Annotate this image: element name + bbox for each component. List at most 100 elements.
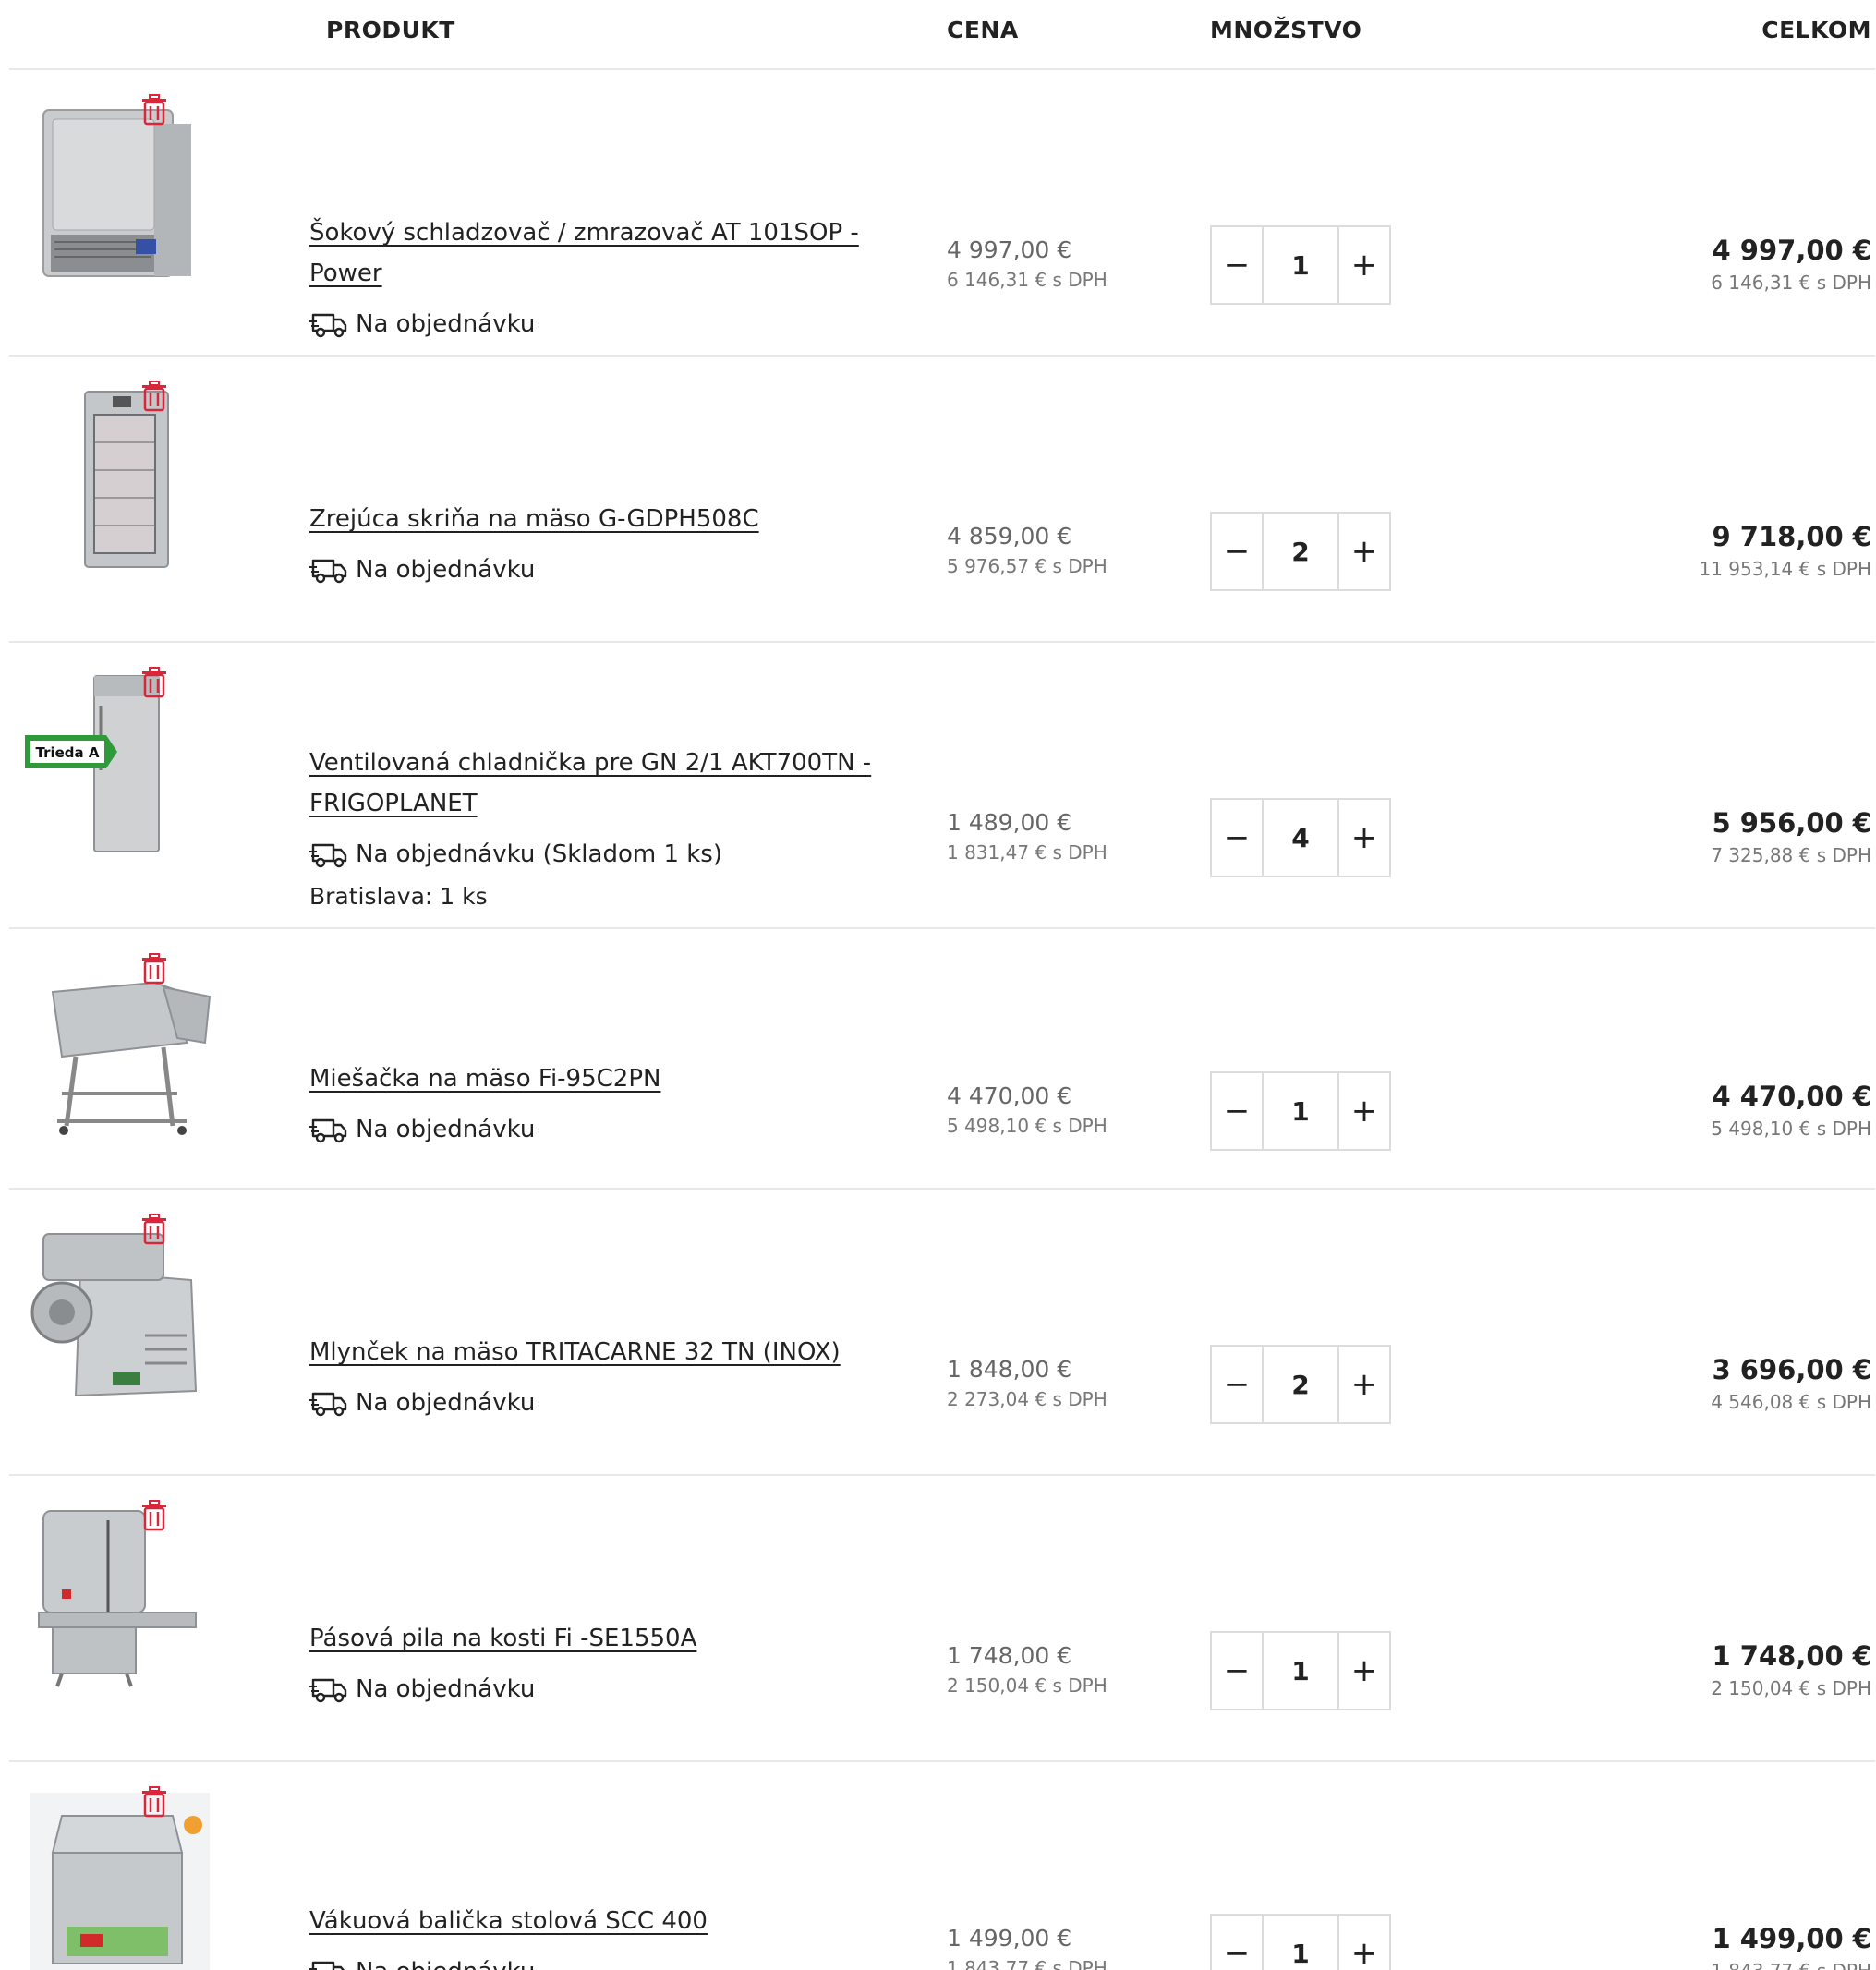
trash-icon [142,381,166,412]
delete-item-button[interactable] [140,381,168,412]
increase-quantity-button[interactable]: + [1339,1073,1389,1149]
availability: Na objednávku [309,1675,901,1703]
delete-item-button[interactable] [140,94,168,126]
vacuum-sealer-icon[interactable] [25,1788,214,1970]
delete-item-button[interactable] [140,953,168,985]
unit-price: 4 470,00 € 5 498,10 € s DPH [947,1081,1107,1140]
availability-text: Na objednávku [356,1675,536,1703]
decrease-quantity-button[interactable]: − [1212,1633,1262,1709]
delivery-truck-icon [309,843,347,868]
product-title-link[interactable]: Vákuová balička stolová SCC 400 [309,1901,901,1941]
line-total-vat: 5 498,10 € s DPH [1711,1118,1871,1140]
availability: Na objednávku [309,556,901,584]
unit-price-vat: 5 976,57 € s DPH [947,555,1107,577]
delete-item-button[interactable] [140,1214,168,1245]
delivery-truck-icon [309,313,347,338]
quantity-input[interactable]: 2 [1262,1347,1339,1422]
increase-quantity-button[interactable]: + [1339,514,1389,589]
availability-text: Na objednávku (Skladom 1 ks) [356,840,722,868]
unit-price: 1 499,00 € 1 843,77 € s DPH [947,1923,1107,1970]
unit-price-vat: 2 273,04 € s DPH [947,1388,1107,1410]
refrigerator-icon[interactable]: Trieda A [25,669,214,863]
quantity-input[interactable]: 1 [1262,1073,1339,1149]
quantity-input[interactable]: 1 [1262,1916,1339,1970]
line-total-net: 9 718,00 € [1712,521,1871,552]
cart-row: Šokový schladzovač / zmrazovač AT 101SOP… [9,70,1875,357]
quantity-stepper: − 1 + [1210,1914,1391,1970]
trash-icon [142,1214,166,1245]
unit-price: 1 848,00 € 2 273,04 € s DPH [947,1354,1107,1413]
cart-row: Trieda A Ventilovaná chladnička pre GN 2… [9,643,1875,929]
quantity-input[interactable]: 1 [1262,1633,1339,1709]
quantity-input[interactable]: 1 [1262,227,1339,303]
availability-text: Na objednávku [356,556,536,584]
product-title-link[interactable]: Pásová pila na kosti Fi -SE1550A [309,1618,901,1659]
product-title-link[interactable]: Miešačka na mäso Fi-95C2PN [309,1058,901,1099]
product-info: Mlynček na mäso TRITACARNE 32 TN (INOX) … [309,1332,901,1417]
quantity-input[interactable]: 4 [1262,800,1339,876]
line-total-net: 4 470,00 € [1712,1081,1871,1112]
line-total-vat: 11 953,14 € s DPH [1699,558,1871,580]
unit-price: 1 748,00 € 2 150,04 € s DPH [947,1640,1107,1699]
unit-price-net: 4 470,00 € [947,1082,1072,1109]
product-title-link[interactable]: Mlynček na mäso TRITACARNE 32 TN (INOX) [309,1332,901,1372]
decrease-quantity-button[interactable]: − [1212,514,1262,589]
meat-mixer-icon[interactable] [25,955,214,1149]
quantity-stepper: − 2 + [1210,512,1391,591]
product-title-link[interactable]: Zrejúca skriňa na mäso G-GDPH508C [309,499,901,539]
delete-item-button[interactable] [140,667,168,698]
product-title-link[interactable]: Ventilovaná chladnička pre GN 2/1 AKT700… [309,743,901,824]
line-total-vat: 2 150,04 € s DPH [1711,1677,1871,1699]
delete-item-button[interactable] [140,1786,168,1818]
increase-quantity-button[interactable]: + [1339,1633,1389,1709]
quantity-stepper: − 1 + [1210,1071,1391,1151]
availability: Na objednávku [309,1116,901,1143]
line-total-vat: 4 546,08 € s DPH [1711,1391,1871,1413]
line-total: 1 499,00 € 1 843,77 € s DPH [1711,1921,1871,1970]
increase-quantity-button[interactable]: + [1339,227,1389,303]
decrease-quantity-button[interactable]: − [1212,227,1262,303]
blast-chiller-icon[interactable] [25,96,214,290]
cart-row: Miešačka na mäso Fi-95C2PN Na objednávku… [9,929,1875,1190]
cart-row: Vákuová balička stolová SCC 400 Na objed… [9,1762,1875,1970]
decrease-quantity-button[interactable]: − [1212,1347,1262,1422]
delivery-truck-icon [309,559,347,584]
delivery-truck-icon [309,1678,347,1703]
cart-row: Mlynček na mäso TRITACARNE 32 TN (INOX) … [9,1190,1875,1476]
meat-grinder-icon[interactable] [25,1215,214,1409]
line-total-net: 4 997,00 € [1712,235,1871,266]
line-total-vat: 6 146,31 € s DPH [1711,272,1871,294]
unit-price-vat: 1 831,47 € s DPH [947,841,1107,864]
delete-item-button[interactable] [140,1500,168,1531]
product-title-link[interactable]: Šokový schladzovač / zmrazovač AT 101SOP… [309,212,901,294]
decrease-quantity-button[interactable]: − [1212,1916,1262,1970]
unit-price-net: 4 997,00 € [947,236,1072,263]
availability: Na objednávku (Skladom 1 ks) [309,840,901,868]
cart-header: PRODUKT CENA MNOŽSTVO CELKOM [9,0,1875,70]
increase-quantity-button[interactable]: + [1339,1916,1389,1970]
aging-cabinet-icon[interactable] [25,382,214,576]
quantity-stepper: − 1 + [1210,1631,1391,1710]
cart-row: Pásová pila na kosti Fi -SE1550A Na obje… [9,1476,1875,1762]
decrease-quantity-button[interactable]: − [1212,800,1262,876]
header-quantity: MNOŽSTVO [1210,17,1362,43]
trash-icon [142,953,166,985]
band-saw-icon[interactable] [25,1502,214,1696]
availability-text: Na objednávku [356,310,536,338]
quantity-input[interactable]: 2 [1262,514,1339,589]
line-total-net: 3 696,00 € [1712,1354,1871,1385]
trash-icon [142,667,166,698]
line-total-net: 1 499,00 € [1712,1923,1871,1954]
unit-price-net: 1 489,00 € [947,809,1072,836]
delivery-truck-icon [309,1961,345,1970]
trash-icon [142,1786,166,1818]
unit-price-vat: 1 843,77 € s DPH [947,1957,1107,1970]
trash-icon [142,94,166,126]
delivery-truck-icon [309,1392,347,1417]
increase-quantity-button[interactable]: + [1339,1347,1389,1422]
availability: Na objednávku [309,310,901,338]
decrease-quantity-button[interactable]: − [1212,1073,1262,1149]
trash-icon [142,1500,166,1531]
increase-quantity-button[interactable]: + [1339,800,1389,876]
product-info: Pásová pila na kosti Fi -SE1550A Na obje… [309,1618,901,1703]
